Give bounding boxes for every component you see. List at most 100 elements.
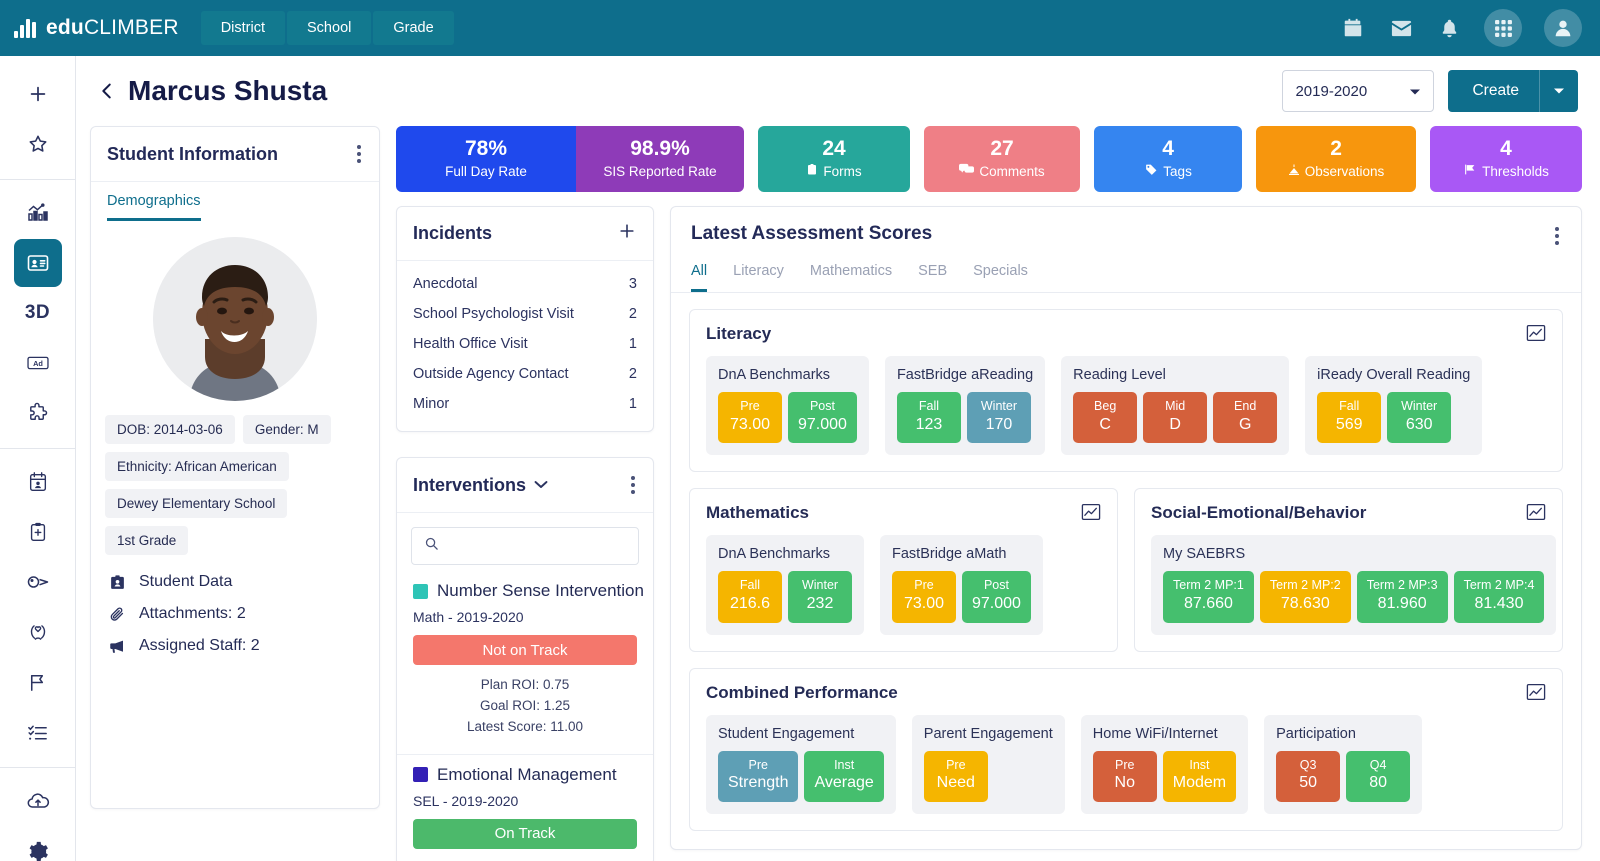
kpi-sis-reported-rate[interactable]: 98.9% SIS Reported Rate xyxy=(576,126,744,192)
care-hands-heart-icon[interactable] xyxy=(14,608,62,656)
tab-mathematics[interactable]: Mathematics xyxy=(810,263,892,292)
tab-demographics[interactable]: Demographics xyxy=(107,193,201,221)
flag-icon[interactable] xyxy=(14,658,62,706)
link-assigned-staff[interactable]: Assigned Staff: 2 xyxy=(107,637,363,655)
intervention-subject: SEL - 2019-2020 xyxy=(413,793,637,809)
clipboard-plus-icon[interactable] xyxy=(14,508,62,556)
intervention-color-swatch xyxy=(413,584,428,599)
group-name: Student Engagement xyxy=(718,726,884,742)
puzzle-icon[interactable] xyxy=(14,389,62,437)
kpi-full-day-rate-label: Full Day Rate xyxy=(445,164,527,179)
create-chevron-down-icon[interactable] xyxy=(1540,82,1578,100)
score-pill[interactable]: Pre Strength xyxy=(718,751,798,802)
incident-row[interactable]: Outside Agency Contact 2 xyxy=(413,359,637,389)
sidebar-item-student-profile[interactable] xyxy=(14,239,62,287)
interventions-search[interactable] xyxy=(411,527,639,565)
tab-all[interactable]: All xyxy=(691,263,707,292)
score-pill[interactable]: Post 97.000 xyxy=(962,571,1031,622)
nav-grade[interactable]: Grade xyxy=(373,11,453,45)
interventions-menu-icon[interactable] xyxy=(629,472,637,498)
add-incident-icon[interactable] xyxy=(617,221,637,246)
tab-literacy[interactable]: Literacy xyxy=(733,263,784,292)
kpi-thresholds-text: Thresholds xyxy=(1482,164,1549,179)
score-pill[interactable]: Term 2 MP:1 87.660 xyxy=(1163,571,1254,622)
tab-specials[interactable]: Specials xyxy=(973,263,1028,292)
kpi-tags[interactable]: 4 Tags xyxy=(1094,126,1242,192)
score-pill[interactable]: Winter 630 xyxy=(1387,392,1451,443)
create-button[interactable]: Create xyxy=(1448,70,1578,112)
intervention-status-badge[interactable]: On Track xyxy=(413,819,637,849)
link-student-data[interactable]: Student Data xyxy=(107,573,363,591)
mathematics-chart-icon[interactable] xyxy=(1081,503,1101,526)
score-pill[interactable]: Pre No xyxy=(1093,751,1157,802)
incident-row[interactable]: Anecdotal 3 xyxy=(413,269,637,299)
apps-grid-icon[interactable] xyxy=(1484,9,1522,47)
group-name: FastBridge aReading xyxy=(897,367,1033,383)
score-pill[interactable]: Winter 170 xyxy=(967,392,1031,443)
score-pill[interactable]: Fall 123 xyxy=(897,392,961,443)
score-pill[interactable]: Term 2 MP:3 81.960 xyxy=(1357,571,1448,622)
add-icon[interactable] xyxy=(14,70,62,118)
user-avatar-icon[interactable] xyxy=(1544,9,1582,47)
score-pill[interactable]: Q4 80 xyxy=(1346,751,1410,802)
favorites-star-icon[interactable] xyxy=(14,120,62,168)
ad-icon[interactable]: Ad xyxy=(14,339,62,387)
kpi-thresholds[interactable]: 4 Thresholds xyxy=(1430,126,1582,192)
settings-gear-icon[interactable] xyxy=(14,827,62,861)
student-information-menu-icon[interactable] xyxy=(355,141,363,167)
back-chevron-icon[interactable] xyxy=(90,74,124,108)
score-pill[interactable]: Mid D xyxy=(1143,392,1207,443)
kpi-comments[interactable]: 27 Comments xyxy=(924,126,1080,192)
score-pill[interactable]: Term 2 MP:2 78.630 xyxy=(1260,571,1351,622)
bell-icon[interactable] xyxy=(1436,15,1462,41)
pill-term: Winter xyxy=(798,578,842,594)
nav-school[interactable]: School xyxy=(287,11,371,45)
score-pill[interactable]: Inst Average xyxy=(804,751,883,802)
chip-row-1: DOB: 2014-03-06 Gender: M xyxy=(105,415,365,444)
kpi-full-day-rate[interactable]: 78% Full Day Rate xyxy=(396,126,576,192)
score-pill[interactable]: Pre Need xyxy=(924,751,988,802)
literacy-chart-icon[interactable] xyxy=(1526,324,1546,347)
section-mathematics: Mathematics DnA Benchmarks xyxy=(689,488,1118,651)
combined-performance-chart-icon[interactable] xyxy=(1526,683,1546,706)
incident-row[interactable]: Minor 1 xyxy=(413,389,637,419)
3d-view-icon[interactable]: 3D xyxy=(14,289,62,337)
score-pill[interactable]: End G xyxy=(1213,392,1277,443)
score-pill[interactable]: Fall 569 xyxy=(1317,392,1381,443)
score-pill[interactable]: Pre 73.00 xyxy=(718,392,782,443)
calendar-icon[interactable] xyxy=(1340,15,1366,41)
analytics-chart-icon[interactable] xyxy=(14,189,62,237)
cloud-upload-icon[interactable] xyxy=(14,777,62,825)
interventions-chevron-down-icon[interactable] xyxy=(534,476,548,494)
mail-icon[interactable] xyxy=(1388,15,1414,41)
kpi-observations[interactable]: 2 Observations xyxy=(1256,126,1416,192)
incident-row[interactable]: Health Office Visit 1 xyxy=(413,329,637,359)
seb-chart-icon[interactable] xyxy=(1526,503,1546,526)
pill-term: Q4 xyxy=(1356,758,1400,774)
score-pill[interactable]: Q3 50 xyxy=(1276,751,1340,802)
attendance-calendar-icon[interactable] xyxy=(14,458,62,506)
search-input[interactable] xyxy=(447,538,626,554)
kpi-forms[interactable]: 24 Forms xyxy=(758,126,910,192)
brand-logo[interactable]: eduCLIMBER xyxy=(14,16,179,40)
score-pill[interactable]: Fall 216.6 xyxy=(718,571,782,622)
student-information-header: Student Information xyxy=(91,127,379,182)
score-pill[interactable]: Post 97.000 xyxy=(788,392,857,443)
score-pill[interactable]: Pre 73.00 xyxy=(892,571,956,622)
assessments-menu-icon[interactable] xyxy=(1553,223,1561,249)
score-pill[interactable]: Winter 232 xyxy=(788,571,852,622)
score-pill[interactable]: Beg C xyxy=(1073,392,1137,443)
nav-district[interactable]: District xyxy=(201,11,285,45)
school-year-select[interactable]: 2019-2020 xyxy=(1282,70,1434,112)
checklist-icon[interactable] xyxy=(14,708,62,756)
tab-seb[interactable]: SEB xyxy=(918,263,947,292)
pill-term: Beg xyxy=(1083,399,1127,415)
score-pill[interactable]: Inst Modem xyxy=(1163,751,1236,802)
whistle-icon[interactable] xyxy=(14,558,62,606)
incident-row[interactable]: School Psychologist Visit 2 xyxy=(413,299,637,329)
chevron-down-icon xyxy=(1409,83,1421,100)
score-pill[interactable]: Term 2 MP:4 81.430 xyxy=(1454,571,1545,622)
section-combined-performance-title: Combined Performance xyxy=(706,683,1546,703)
intervention-status-badge[interactable]: Not on Track xyxy=(413,635,637,665)
link-attachments[interactable]: Attachments: 2 xyxy=(107,605,363,623)
